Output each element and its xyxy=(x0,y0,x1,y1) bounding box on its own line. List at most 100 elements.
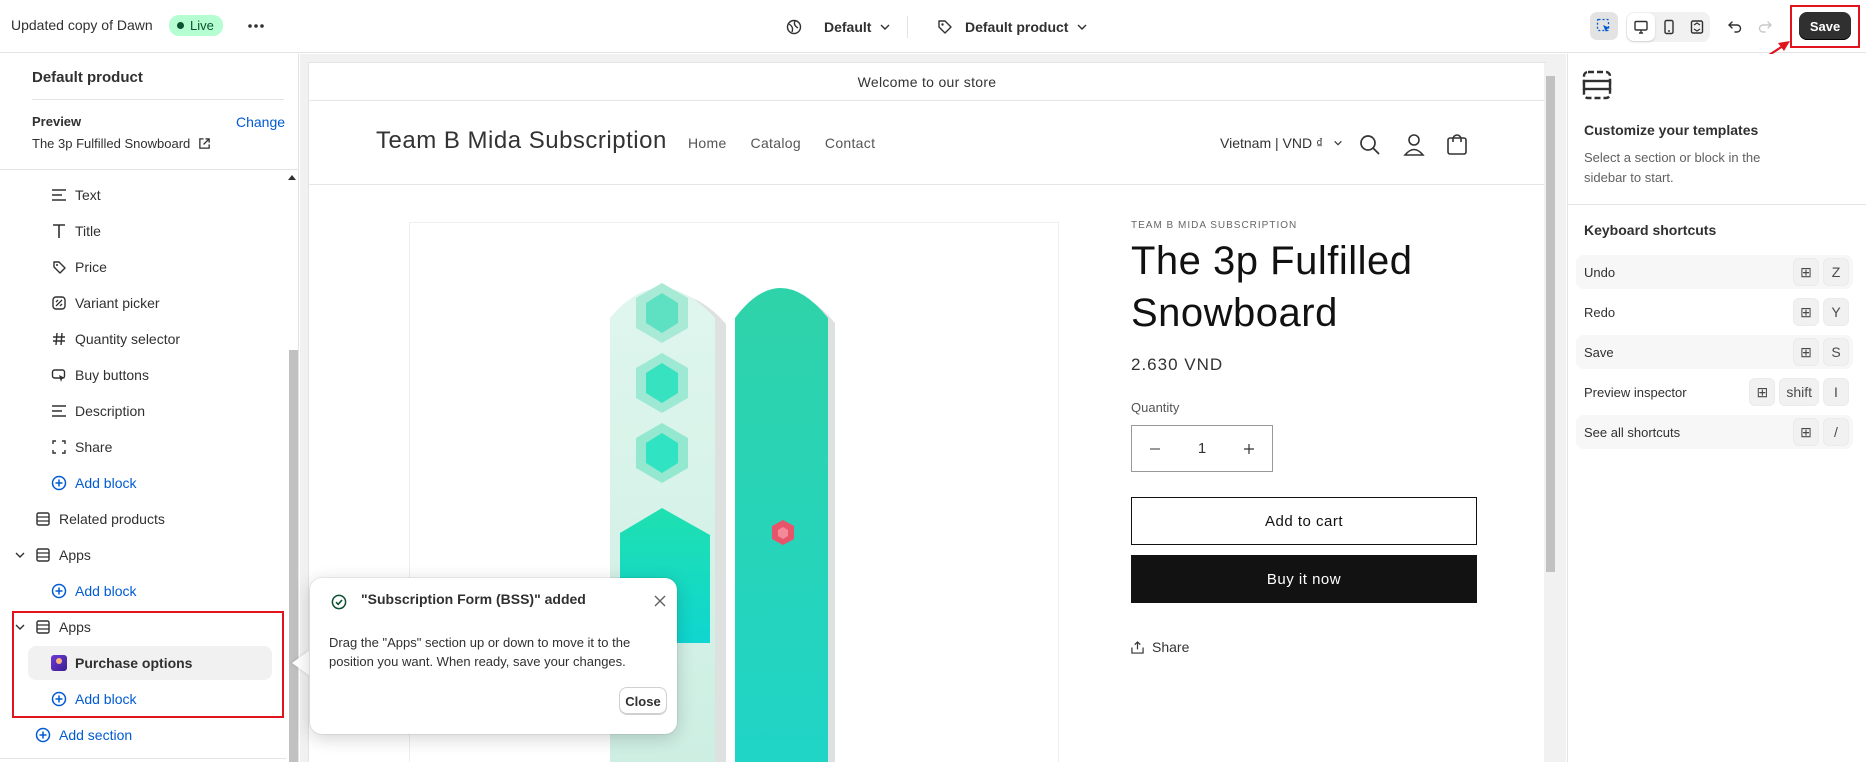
hash-icon xyxy=(50,330,68,348)
add-block-button[interactable]: Add block xyxy=(50,468,136,498)
template-selector[interactable]: Default product xyxy=(937,14,1088,40)
block-share[interactable]: Share xyxy=(50,432,112,462)
shortcut-key: S xyxy=(1823,338,1849,366)
desktop-view-button[interactable] xyxy=(1627,13,1655,41)
shortcut-label: Undo xyxy=(1584,264,1616,280)
mobile-view-button[interactable] xyxy=(1655,13,1683,41)
block-quantity-selector[interactable]: Quantity selector xyxy=(50,324,180,354)
scroll-up-arrow-icon[interactable] xyxy=(288,174,296,180)
shortcut-label: Save xyxy=(1584,344,1614,360)
plus-circle-icon xyxy=(50,582,68,600)
popover-body: Drag the "Apps" section up or down to mo… xyxy=(329,635,631,669)
add-to-cart-button[interactable]: Add to cart xyxy=(1131,497,1477,545)
cart-icon[interactable] xyxy=(1445,132,1469,156)
block-label: Title xyxy=(75,223,101,239)
shortcut-label: See all shortcuts xyxy=(1584,424,1681,440)
external-link-icon xyxy=(199,138,211,149)
panel-title: Customize your templates xyxy=(1584,122,1759,138)
preview-scroll-thumb[interactable] xyxy=(1546,76,1555,572)
block-label: Buy buttons xyxy=(75,367,149,383)
chevron-down-icon xyxy=(1077,24,1087,30)
inspector-icon xyxy=(1596,18,1610,32)
windows-key-icon: ⊞ xyxy=(1793,298,1819,326)
theme-name: Updated copy of Dawn xyxy=(11,17,153,33)
text-align-icon xyxy=(50,402,68,420)
change-preview-link[interactable]: Change xyxy=(236,114,285,130)
block-price[interactable]: Price xyxy=(50,252,107,282)
plus-icon[interactable] xyxy=(1243,443,1255,455)
shortcut-key: shift xyxy=(1779,378,1819,406)
shortcuts-title: Keyboard shortcuts xyxy=(1584,222,1717,238)
block-variant-picker[interactable]: Variant picker xyxy=(50,288,160,318)
block-label: Variant picker xyxy=(75,295,160,311)
template-section-icon xyxy=(1582,70,1612,100)
desktop-icon xyxy=(1634,20,1648,34)
block-label: Text xyxy=(75,187,101,203)
shortcut-key: I xyxy=(1823,378,1849,406)
block-text[interactable]: Text xyxy=(50,180,101,210)
quantity-value[interactable]: 1 xyxy=(1198,440,1206,457)
panel-description: Select a section or block in the sidebar… xyxy=(1584,150,1761,185)
product-vendor: TEAM B MIDA SUBSCRIPTION xyxy=(1131,220,1298,231)
ellipsis-icon xyxy=(248,24,264,28)
announcement-bar: Welcome to our store xyxy=(309,63,1545,101)
shortcut-label: Preview inspector xyxy=(1584,384,1687,400)
block-label: Price xyxy=(75,259,107,275)
save-button[interactable]: Save xyxy=(1799,12,1851,40)
block-buy-buttons[interactable]: Buy buttons xyxy=(50,360,149,390)
block-label: Description xyxy=(75,403,146,419)
panel-divider xyxy=(1568,204,1866,205)
add-section-label: Add section xyxy=(59,727,133,743)
inspector-button[interactable] xyxy=(1590,12,1618,40)
theme-selector[interactable]: Default xyxy=(786,14,891,40)
template-selector-label: Default product xyxy=(965,19,1069,35)
shortcut-row-see-all[interactable]: See all shortcuts ⊞ / xyxy=(1576,415,1853,449)
more-actions-button[interactable] xyxy=(243,14,269,38)
sidebar-divider xyxy=(0,758,286,759)
add-block-button[interactable]: Add block xyxy=(50,576,136,606)
header-divider xyxy=(309,184,1545,185)
chevron-down-icon[interactable] xyxy=(14,549,26,561)
globe-icon xyxy=(786,19,802,35)
cursor-icon xyxy=(50,366,68,384)
shortcut-row-undo: Undo ⊞ Z xyxy=(1576,255,1853,289)
buy-now-button[interactable]: Buy it now xyxy=(1131,555,1477,603)
sidebar-scroll-thumb[interactable] xyxy=(289,350,298,762)
share-icon xyxy=(1131,640,1144,654)
add-section-button[interactable]: Add section xyxy=(34,720,132,750)
country-selector[interactable]: Vietnam | VND ₫ xyxy=(1220,135,1343,151)
section-apps-1[interactable]: Apps xyxy=(14,540,91,570)
minus-icon[interactable] xyxy=(1149,443,1161,455)
live-badge: Live xyxy=(169,15,223,36)
search-icon[interactable] xyxy=(1359,134,1381,156)
store-logo[interactable]: Team B Mida Subscription xyxy=(376,127,667,155)
undo-icon xyxy=(1728,21,1742,33)
product-price: 2.630 VND xyxy=(1131,355,1224,374)
share-label: Share xyxy=(1152,639,1190,655)
fullwidth-view-button[interactable] xyxy=(1683,13,1711,41)
add-block-label: Add block xyxy=(75,475,137,491)
variant-icon xyxy=(50,294,68,312)
chevron-down-icon xyxy=(880,24,890,30)
block-description[interactable]: Description xyxy=(50,396,145,426)
app-added-popover: "Subscription Form (BSS)" added Drag the… xyxy=(310,578,677,734)
section-related-products[interactable]: Related products xyxy=(34,504,165,534)
block-title[interactable]: Title xyxy=(50,216,101,246)
popover-close-icon[interactable] xyxy=(650,591,670,611)
quantity-stepper[interactable]: 1 xyxy=(1131,425,1273,472)
popover-close-button[interactable]: Close xyxy=(619,687,667,715)
live-dot-icon xyxy=(177,22,184,29)
store-nav: Home Catalog Contact xyxy=(688,135,875,151)
nav-home[interactable]: Home xyxy=(688,135,727,151)
nav-contact[interactable]: Contact xyxy=(825,135,875,151)
share-frame-icon xyxy=(50,438,68,456)
tag-icon xyxy=(938,20,952,34)
sidebar-divider xyxy=(0,169,299,170)
preview-product-link[interactable]: The 3p Fulfilled Snowboard xyxy=(32,136,211,151)
top-bar: Updated copy of Dawn Live Default Defaul… xyxy=(0,0,1866,53)
chevron-down-icon xyxy=(1334,140,1342,146)
right-panel: Customize your templates Select a sectio… xyxy=(1567,54,1866,762)
nav-catalog[interactable]: Catalog xyxy=(751,135,801,151)
account-icon[interactable] xyxy=(1403,133,1425,157)
share-button[interactable]: Share xyxy=(1131,639,1189,655)
